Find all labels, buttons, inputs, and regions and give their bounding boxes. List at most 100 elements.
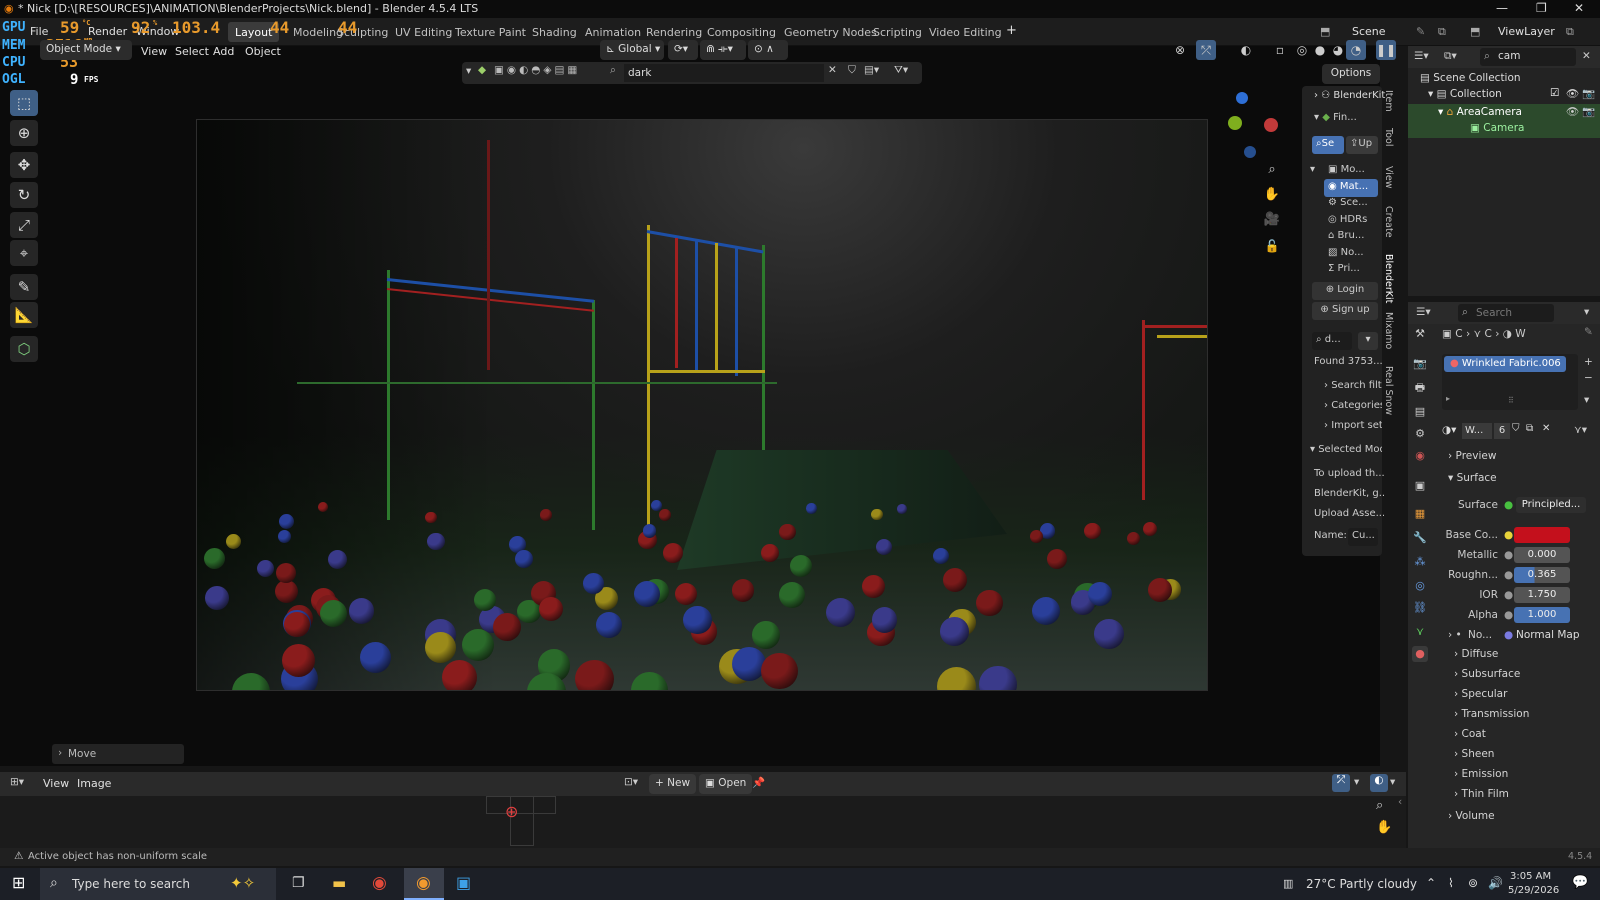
section-diffuse[interactable]: › Diffuse [1454, 648, 1498, 666]
normal-map-field[interactable]: Normal Map [1516, 629, 1580, 641]
taskbar-blender-active[interactable]: ◉ [404, 868, 444, 900]
properties-tab-modifier-icon[interactable]: 🔧 [1412, 530, 1428, 546]
add-slot-icon[interactable]: + [1584, 356, 1593, 368]
pin-icon[interactable]: 📌 [752, 776, 765, 789]
new-image-button[interactable]: + New [649, 774, 697, 794]
cursor-tool-icon[interactable]: ⊕ [10, 120, 38, 146]
material-shading-icon[interactable]: ◕ [1328, 40, 1348, 60]
upload-tab-button[interactable]: ⇪Up [1346, 136, 1378, 154]
workspace-tab-texture-paint[interactable]: Texture Paint [448, 22, 533, 42]
sidebar-tab-view[interactable]: View [1383, 166, 1394, 189]
lock-camera-icon[interactable]: 🔓 [1262, 236, 1282, 256]
signup-button[interactable]: ⊕ Sign up [1312, 302, 1378, 320]
asset-chevron-icon[interactable]: ▾ [466, 65, 471, 77]
layout-icon[interactable]: ▤▾ [864, 64, 879, 76]
pause-render-icon[interactable]: ❚❚ [1376, 40, 1396, 60]
rotate-tool-icon[interactable]: ↻ [10, 182, 38, 208]
section-coat[interactable]: › Coat [1454, 728, 1486, 746]
search-tab-button[interactable]: ⌕Se [1312, 136, 1344, 154]
sidebar-tab-item[interactable]: Item [1383, 90, 1394, 112]
workspace-tab-shading[interactable]: Shading [525, 22, 584, 42]
pan-hand-icon[interactable]: ✋ [1376, 820, 1392, 835]
editor-type-icon[interactable]: ⊞▾ [10, 776, 24, 788]
zoom-icon[interactable]: ⌕ [1262, 160, 1282, 180]
transform-tool-icon[interactable]: ⌖ [10, 240, 38, 266]
name-field[interactable]: Cu... [1348, 528, 1378, 546]
properties-tab-particles-icon[interactable]: ⁂ [1412, 554, 1428, 570]
properties-tab-world-icon[interactable]: ◉ [1412, 448, 1428, 464]
pan-hand-icon[interactable]: ✋ [1262, 185, 1282, 205]
eye-icon[interactable]: 👁 [1566, 105, 1579, 118]
workspace-tab-scripting[interactable]: Scripting [866, 22, 929, 42]
solid-shading-icon[interactable]: ● [1310, 40, 1330, 60]
properties-tab-constraints-icon[interactable]: ⛓ [1412, 600, 1428, 616]
search-dropdown-icon[interactable]: ▾ [1358, 332, 1378, 350]
editor-type-icon[interactable]: ☰▾ [1414, 50, 1429, 62]
selected-model-panel[interactable]: ▾ Selected Mod [1306, 442, 1382, 460]
search-filters-panel[interactable]: › Search filte [1320, 378, 1382, 396]
sidebar-tab-real-snow[interactable]: Real Snow [1383, 366, 1394, 415]
windows-start-icon[interactable]: ⊞ [12, 873, 25, 892]
overlay-toggle-icon[interactable]: ◐ [1370, 774, 1388, 792]
add-workspace-button[interactable]: + [1006, 23, 1017, 38]
clear-filter-icon[interactable]: ✕ [1582, 50, 1591, 62]
asset-category-item[interactable]: ▨ No... [1324, 245, 1378, 263]
snap-toggle[interactable]: ⋒ ⟛▾ [700, 40, 746, 60]
asset-category-item[interactable]: ◎ HDRs [1324, 212, 1378, 230]
visibility-icon[interactable]: ⊗ [1170, 40, 1190, 60]
view-layer-selector[interactable]: ViewLayer [1498, 25, 1555, 38]
editor-type-icon[interactable]: ☰▾ [1416, 306, 1431, 318]
camera-data-row[interactable]: ▣ Camera [1470, 120, 1524, 137]
app-icon[interactable]: ▣ [456, 873, 471, 892]
camera-view-icon[interactable]: 🎥 [1262, 210, 1282, 230]
object-mode-dropdown[interactable]: Object Mode ▾ [40, 40, 132, 60]
properties-tab-output-icon[interactable]: 🖶 [1412, 380, 1428, 396]
viewport-menu-select[interactable]: Select [175, 45, 209, 58]
render-camera-icon[interactable]: 📷 [1582, 105, 1595, 118]
gizmo-neg-z-axis[interactable] [1244, 146, 1256, 158]
chevron-down-icon[interactable]: ▾ [1354, 776, 1359, 788]
weather-text[interactable]: 27°C Partly cloudy [1306, 877, 1417, 891]
outliner-filter-field[interactable]: ⌕ cam [1480, 48, 1576, 66]
clock-date[interactable]: 5/29/2026 [1508, 885, 1559, 896]
transform-orientation-dropdown[interactable]: ⊾ Global ▾ [600, 40, 664, 60]
menu-render[interactable]: Render [88, 25, 127, 38]
clear-search-icon[interactable]: ✕ [828, 64, 837, 76]
maximize-button[interactable]: ❐ [1536, 1, 1547, 15]
properties-tab-tool-icon[interactable]: ⚒ [1412, 326, 1428, 342]
sidebar-toggle-icon[interactable]: ‹ [1398, 796, 1402, 808]
unlink-icon[interactable]: ✕ [1542, 423, 1550, 434]
surface-panel[interactable]: ▾ Surface [1448, 472, 1497, 490]
ior-field[interactable]: 1.750 [1514, 587, 1570, 603]
viewport-menu-object[interactable]: Object [245, 45, 281, 58]
category-collapse-icon[interactable]: ▾ [1306, 162, 1320, 180]
move-tool-icon[interactable]: ✥ [10, 152, 38, 178]
measure-tool-icon[interactable]: 📐 [10, 302, 38, 328]
login-button[interactable]: ⊕ Login [1312, 282, 1378, 300]
new-scene-icon[interactable]: ⧉ [1438, 25, 1446, 39]
base-color-swatch[interactable] [1514, 527, 1570, 543]
chevron-down-icon[interactable]: ▾ [1584, 306, 1589, 318]
pin-icon[interactable]: ✎ [1584, 326, 1593, 338]
xray-icon[interactable]: ▫ [1270, 40, 1290, 60]
minimize-button[interactable]: — [1496, 1, 1508, 15]
annotate-tool-icon[interactable]: ✎ [10, 274, 38, 300]
section-thin-film[interactable]: › Thin Film [1454, 788, 1509, 806]
properties-tab-collection-icon[interactable]: ▣ [1412, 478, 1428, 494]
add-cube-tool-icon[interactable]: ⬡ [10, 336, 38, 362]
gizmo-toggle-icon[interactable]: ⤱ [1332, 774, 1350, 792]
import-settings-panel[interactable]: › Import sett [1320, 418, 1382, 436]
normal-row[interactable]: › • No... ● Normal Map [1448, 626, 1600, 644]
asset-category-item[interactable]: ▣ Mo... [1324, 162, 1378, 180]
asset-category-item[interactable]: ◉ Mat... [1324, 178, 1378, 197]
eye-icon[interactable]: 👁 [1566, 87, 1579, 100]
material-slot-item[interactable]: ● Wrinkled Fabric.006 [1444, 356, 1566, 372]
material-name-field[interactable]: W... [1462, 423, 1492, 439]
volume-panel[interactable]: › Volume [1448, 810, 1495, 828]
blenderkit-search-field[interactable]: ⌕ d... [1312, 332, 1352, 350]
properties-tab-physics-icon[interactable]: ◎ [1412, 578, 1428, 594]
sidebar-tab-mixamo[interactable]: Mixamo [1383, 312, 1394, 349]
section-subsurface[interactable]: › Subsurface [1454, 668, 1520, 686]
sidebar-tab-blenderkit[interactable]: BlenderKit [1383, 254, 1394, 303]
sidebar-tab-tool[interactable]: Tool [1383, 128, 1394, 146]
